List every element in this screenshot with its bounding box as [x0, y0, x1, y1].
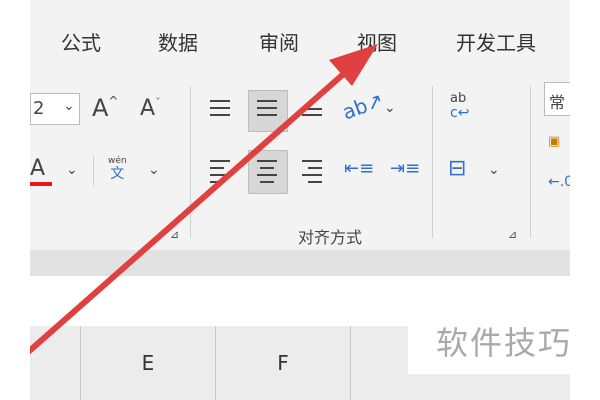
watermark-text: 软件技巧	[408, 312, 600, 374]
